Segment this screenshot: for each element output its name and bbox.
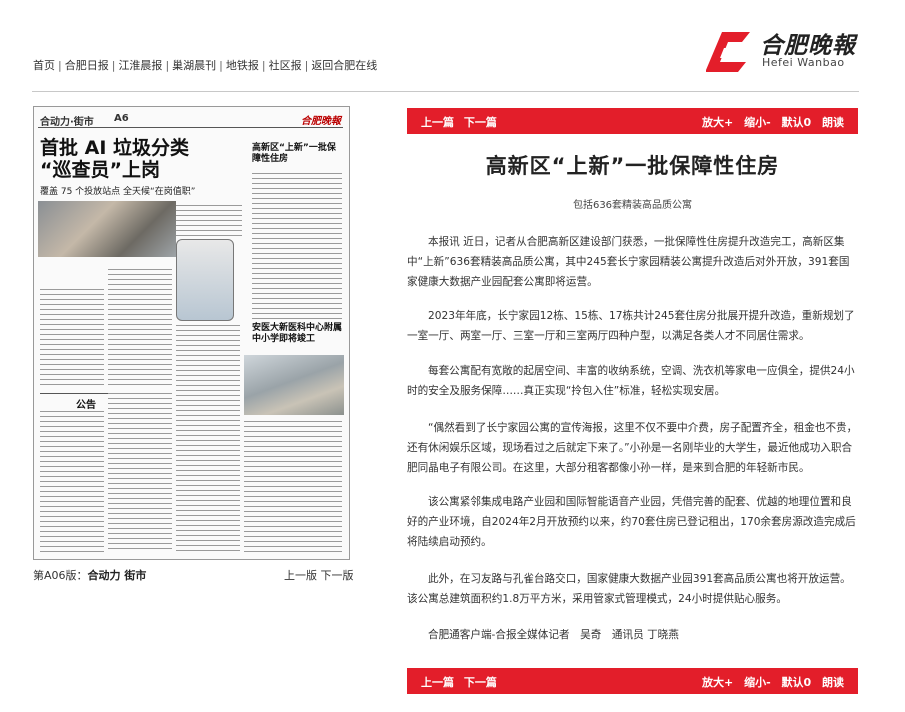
article-toolbar-top: 上一篇 下一篇 放大+ 缩小- 默认0 朗读: [407, 108, 858, 134]
article-title: 高新区“上新”一批保障性住房: [485, 154, 780, 178]
paper-section: 合动力·街市: [40, 117, 94, 128]
paper-photo-school: [244, 355, 344, 415]
nav-separator: |: [219, 59, 223, 72]
nav-separator: |: [261, 59, 266, 72]
paper-text-column: [40, 409, 104, 553]
paper-page-number: A6: [114, 113, 129, 124]
zoom-out-button[interactable]: 缩小-: [744, 676, 771, 689]
nav-separator: |: [304, 59, 309, 72]
logo-mark-icon: [706, 32, 750, 72]
next-article-button[interactable]: 下一篇: [464, 116, 497, 129]
nav-separator: |: [58, 59, 62, 72]
site-logo[interactable]: 合肥晚報 Hefei Wanbao: [702, 24, 872, 76]
nav-home-link[interactable]: 首页: [33, 59, 55, 72]
paper-caption-name: 合动力 街市: [87, 569, 147, 582]
top-nav: 首页 | 合肥日报 | 江淮晨报 | 巢湖晨刊 | 地铁报 | 社区报 | 返回合肥在线: [33, 57, 377, 73]
paper-caption-prefix: 第A06版：: [33, 569, 88, 582]
paper-right-headline-1: 高新区“上新”一批保障性住房: [252, 143, 336, 164]
paper-masthead: 合动力·街市 A6 合肥晚報: [38, 111, 343, 128]
prev-article-button[interactable]: 上一篇: [421, 116, 454, 129]
newspaper-page-image[interactable]: 合动力·街市 A6 合肥晚報 首批 AI 垃圾分类 “巡查员”上岗 覆盖 75 …: [33, 106, 350, 560]
article-byline: 合肥通客户端-合报全媒体记者 吴奇 通讯员 丁晓燕: [428, 629, 679, 641]
paper-text-column: [244, 419, 342, 553]
next-page-link[interactable]: 下一版: [321, 569, 354, 582]
header-divider: [32, 91, 859, 92]
zoom-in-button[interactable]: 放大+: [702, 116, 733, 129]
nav-back-online-link[interactable]: 返回合肥在线: [311, 59, 377, 72]
paper-text-column: [176, 203, 242, 237]
article-toolbar-bottom: 上一篇 下一篇 放大+ 缩小- 默认0 朗读: [407, 668, 858, 694]
article-paragraph: 该公寓紧邻集成电路产业园和国际智能语音产业园，凭借完善的配套、优越的地理位置和良…: [407, 496, 856, 548]
nav-separator: |: [111, 59, 116, 72]
read-aloud-button[interactable]: 朗读: [822, 676, 844, 689]
article-paragraph: “偶然看到了长宁家园公寓的宣传海报，这里不仅不要中介费，房子配置齐全，租金也不贵…: [407, 422, 858, 474]
paper-right-headline-2: 安医大新医科中心附属中小学即将竣工: [252, 323, 343, 344]
prev-page-link[interactable]: 上一版: [284, 569, 317, 582]
default-size-button[interactable]: 默认0: [782, 116, 812, 129]
paper-text-column: [108, 391, 172, 553]
logo-english-name: Hefei Wanbao: [762, 56, 845, 69]
paper-photo-street: [38, 201, 176, 257]
paper-caption: 第A06版：合动力 街市: [33, 567, 146, 583]
nav-separator: |: [165, 59, 170, 72]
article-paragraph: 本报讯 近日，记者从合肥高新区建设部门获悉，一批保障性住房提升改造完工，高新区集…: [407, 236, 850, 288]
next-article-button[interactable]: 下一篇: [464, 676, 497, 689]
read-aloud-button[interactable]: 朗读: [822, 116, 844, 129]
paper-pagination: 上一版 下一版: [284, 567, 354, 583]
zoom-in-button[interactable]: 放大+: [702, 676, 733, 689]
logo-chinese-name: 合肥晚報: [760, 32, 856, 59]
article-paragraph: 2023年年底，长宁家园12栋、15栋、17栋共计245套住房分批展开提升改造，…: [407, 310, 855, 342]
paper-headline-line1: 首批 AI 垃圾分类: [40, 137, 190, 159]
paper-text-column: [108, 267, 172, 387]
paper-brand: 合肥晚報: [301, 116, 341, 127]
paper-photo-phone: [176, 239, 234, 321]
prev-article-button[interactable]: 上一篇: [421, 676, 454, 689]
nav-jianghuai-link[interactable]: 江淮晨报: [118, 59, 162, 72]
paper-text-column: [252, 171, 342, 319]
nav-metro-link[interactable]: 地铁报: [226, 59, 259, 72]
paper-text-column: [40, 287, 104, 387]
article-subtitle: 包括636套精装高品质公寓: [572, 200, 693, 211]
article-paragraph: 每套公寓配有宽敞的起居空间、丰富的收纳系统，空调、洗衣机等家电一应俱全，提供24…: [407, 365, 855, 397]
nav-hefei-daily-link[interactable]: 合肥日报: [65, 59, 109, 72]
paper-deck: 覆盖 75 个投放站点 全天候“在岗值职”: [40, 187, 196, 197]
nav-community-link[interactable]: 社区报: [269, 59, 302, 72]
zoom-out-button[interactable]: 缩小-: [744, 116, 771, 129]
article-paragraph: 此外，在习友路与孔雀台路交口，国家健康大数据产业园391套高品质公寓也将开放运营…: [407, 573, 851, 605]
paper-headline-line2: “巡查员”上岗: [40, 159, 160, 181]
paper-text-column: [176, 323, 240, 553]
nav-chaohu-link[interactable]: 巢湖晨刊: [172, 59, 216, 72]
default-size-button[interactable]: 默认0: [782, 676, 812, 689]
